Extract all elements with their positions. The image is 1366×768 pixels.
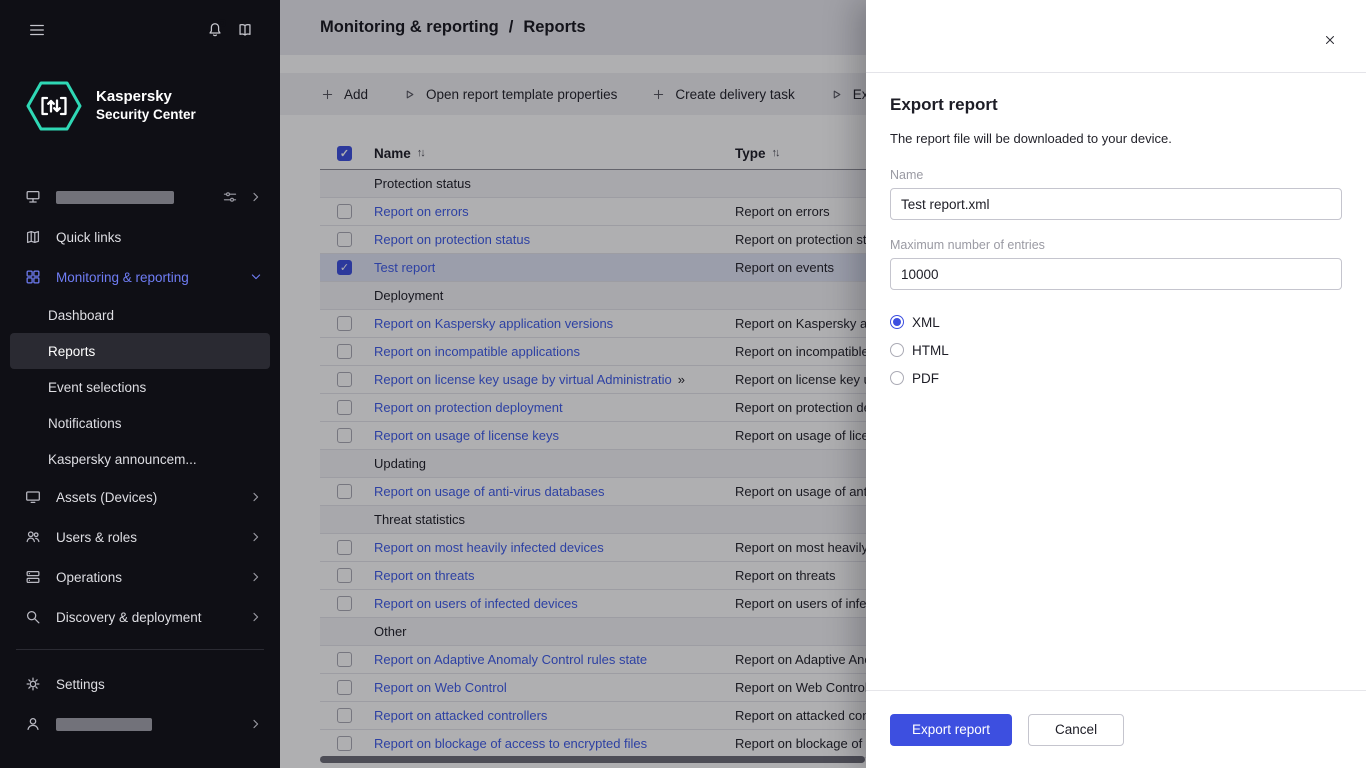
users-icon bbox=[24, 528, 42, 546]
panel-header bbox=[866, 0, 1366, 73]
sidebar-item-label: Assets (Devices) bbox=[56, 490, 234, 505]
sidebar-divider bbox=[16, 649, 264, 650]
chevron-right-icon[interactable] bbox=[248, 189, 264, 205]
sidebar-item-label: Kaspersky announcem... bbox=[48, 452, 197, 467]
modal-overlay bbox=[280, 0, 866, 768]
server-icon bbox=[24, 188, 42, 206]
chevron-down-icon[interactable] bbox=[248, 269, 264, 285]
format-radios: XML HTML PDF bbox=[890, 308, 1342, 392]
layers-icon bbox=[24, 568, 42, 586]
sidebar-menu: Quick links Monitoring & reporting Dashboa… bbox=[0, 177, 280, 744]
sidebar-item-quick-links[interactable]: Quick links bbox=[0, 217, 280, 257]
sidebar-item-label: Users & roles bbox=[56, 530, 234, 545]
cancel-button[interactable]: Cancel bbox=[1028, 714, 1124, 746]
sidebar-item-administration-server[interactable] bbox=[0, 177, 280, 217]
sidebar-item-assets-devices[interactable]: Assets (Devices) bbox=[0, 477, 280, 517]
radio-icon[interactable] bbox=[890, 371, 904, 385]
radio-icon[interactable] bbox=[890, 315, 904, 329]
sidebar-item-users-roles[interactable]: Users & roles bbox=[0, 517, 280, 557]
sidebar-item-event-selections[interactable]: Event selections bbox=[0, 369, 280, 405]
sidebar-item-label: Quick links bbox=[56, 230, 264, 245]
map-icon bbox=[24, 228, 42, 246]
chevron-right-icon[interactable] bbox=[248, 716, 264, 732]
sidebar-item-user-account[interactable] bbox=[0, 704, 280, 744]
format-label: PDF bbox=[912, 371, 939, 386]
panel-description: The report file will be downloaded to yo… bbox=[890, 131, 1342, 146]
sidebar-item-notifications[interactable]: Notifications bbox=[0, 405, 280, 441]
notification-dot bbox=[218, 19, 226, 27]
format-label: XML bbox=[912, 315, 940, 330]
chevron-right-icon[interactable] bbox=[248, 489, 264, 505]
format-option-pdf[interactable]: PDF bbox=[890, 364, 1342, 392]
chevron-right-icon[interactable] bbox=[248, 609, 264, 625]
chevron-right-icon[interactable] bbox=[248, 529, 264, 545]
sidebar-item-reports[interactable]: Reports bbox=[10, 333, 270, 369]
format-option-xml[interactable]: XML bbox=[890, 308, 1342, 336]
sidebar-item-monitoring-reporting[interactable]: Monitoring & reporting bbox=[0, 257, 280, 297]
logo-subtitle: Security Center bbox=[96, 107, 196, 124]
sidebar-item-dashboard[interactable]: Dashboard bbox=[0, 297, 280, 333]
sidebar-item-label: Settings bbox=[56, 677, 264, 692]
chevron-right-icon[interactable] bbox=[248, 569, 264, 585]
sidebar-item-label: Dashboard bbox=[48, 308, 114, 323]
search-icon bbox=[24, 608, 42, 626]
export-report-panel: Export report The report file will be do… bbox=[866, 0, 1366, 768]
notifications-bell-icon[interactable] bbox=[200, 17, 230, 47]
kaspersky-logo: Kaspersky Security Center bbox=[0, 64, 280, 134]
name-input[interactable] bbox=[890, 188, 1342, 220]
sliders-icon[interactable] bbox=[222, 189, 238, 205]
sidebar-item-settings[interactable]: Settings bbox=[0, 664, 280, 704]
sidebar-item-label: Event selections bbox=[48, 380, 146, 395]
radio-icon[interactable] bbox=[890, 343, 904, 357]
redacted-label bbox=[56, 191, 174, 204]
export-report-button[interactable]: Export report bbox=[890, 714, 1012, 746]
sidebar-item-label: Operations bbox=[56, 570, 234, 585]
format-option-html[interactable]: HTML bbox=[890, 336, 1342, 364]
sidebar-item-discovery-deployment[interactable]: Discovery & deployment bbox=[0, 597, 280, 637]
user-icon bbox=[24, 715, 42, 733]
sidebar-item-operations[interactable]: Operations bbox=[0, 557, 280, 597]
grid-icon bbox=[24, 268, 42, 286]
max-entries-label: Maximum number of entries bbox=[890, 238, 1342, 252]
panel-title: Export report bbox=[890, 95, 1342, 115]
max-entries-input[interactable] bbox=[890, 258, 1342, 290]
logo-title: Kaspersky bbox=[96, 88, 196, 107]
name-field-label: Name bbox=[890, 168, 1342, 182]
sidebar: Kaspersky Security Center Quick links Mon… bbox=[0, 0, 280, 768]
redacted-label bbox=[56, 718, 152, 731]
sidebar-item-label: Monitoring & reporting bbox=[56, 270, 234, 285]
format-label: HTML bbox=[912, 343, 949, 358]
panel-footer: Export report Cancel bbox=[866, 690, 1366, 768]
sidebar-item-label: Notifications bbox=[48, 416, 122, 431]
help-book-icon[interactable] bbox=[230, 17, 260, 47]
sidebar-item-label: Discovery & deployment bbox=[56, 610, 234, 625]
kaspersky-hexagon-icon bbox=[26, 78, 82, 134]
gear-icon bbox=[24, 675, 42, 693]
sidebar-topbar bbox=[0, 0, 280, 64]
sidebar-item-label: Reports bbox=[48, 344, 95, 359]
monitor-icon bbox=[24, 488, 42, 506]
sidebar-item-kaspersky-announcements[interactable]: Kaspersky announcem... bbox=[0, 441, 280, 477]
menu-icon[interactable] bbox=[22, 17, 52, 47]
close-icon[interactable] bbox=[1316, 28, 1344, 56]
